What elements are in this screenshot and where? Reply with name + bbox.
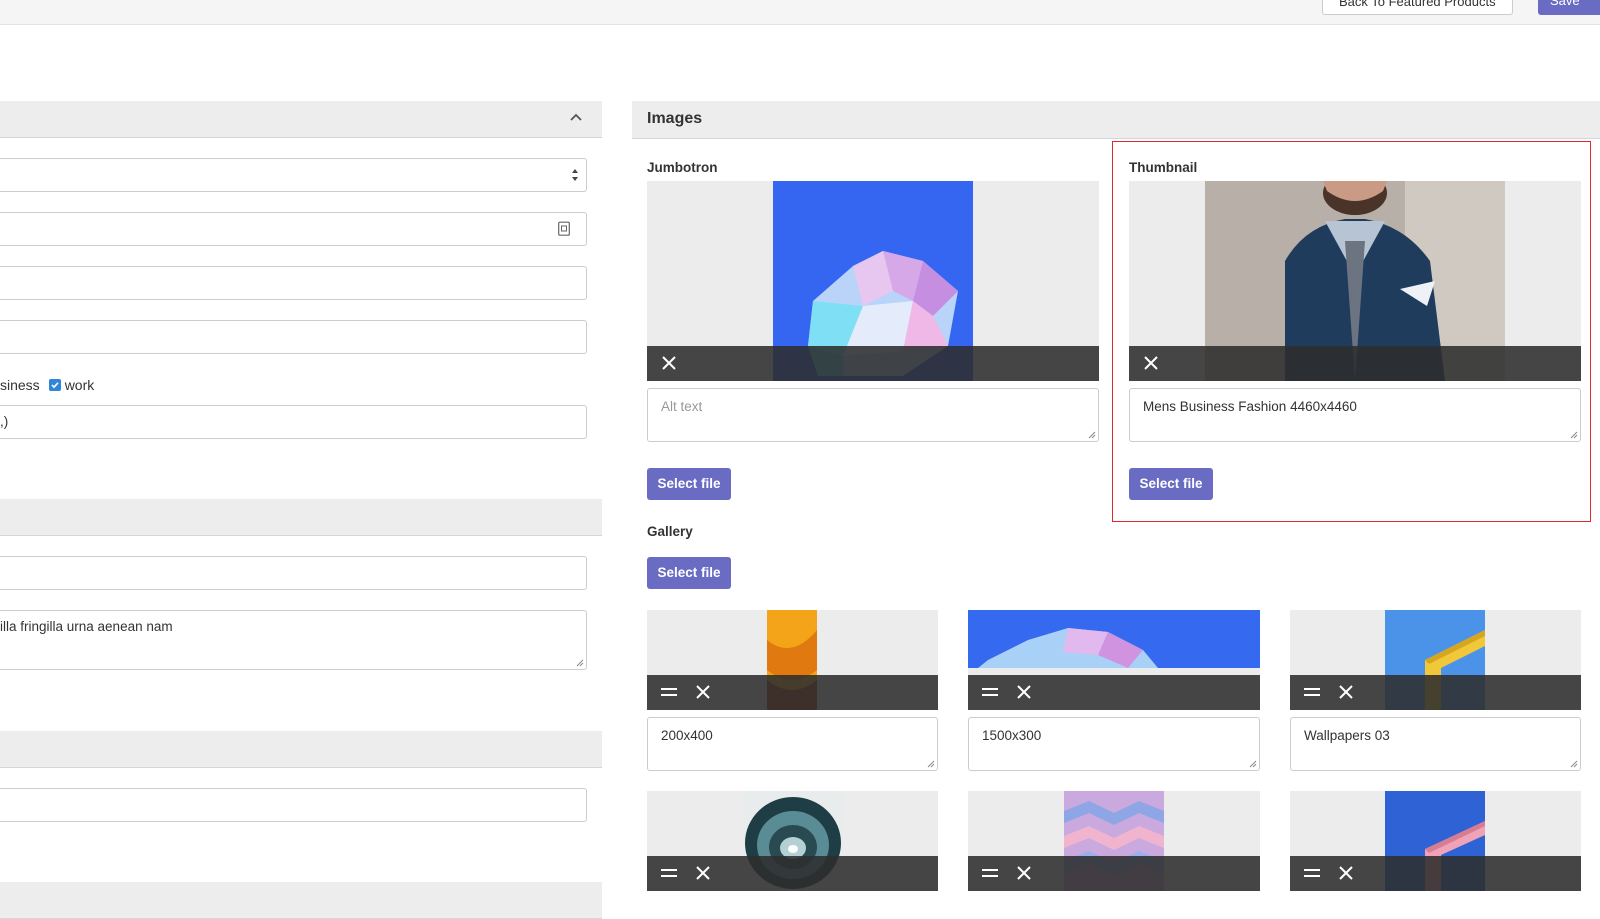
gallery-alt-text-input[interactable]: 1500x300: [968, 717, 1260, 771]
gallery-alt-text-value: 200x400: [661, 728, 713, 743]
jumbotron-image-actions: [647, 346, 1099, 381]
remove-image-icon[interactable]: [661, 355, 677, 371]
resize-handle-icon[interactable]: [926, 759, 935, 768]
remove-image-icon[interactable]: [695, 684, 711, 700]
drag-handle-icon[interactable]: [981, 865, 999, 881]
gallery-item-actions: [968, 856, 1260, 891]
thumbnail-alt-text-value: Mens Business Fashion 4460x4460: [1143, 399, 1357, 414]
gallery-alt-text-input[interactable]: Wallpapers 03: [1290, 717, 1581, 771]
images-section-title: Images: [647, 110, 703, 127]
gallery-item-image: [1290, 610, 1581, 710]
gallery-item-image: [968, 610, 1260, 710]
resize-handle-icon[interactable]: [1248, 759, 1257, 768]
save-button[interactable]: Save: [1538, 0, 1600, 15]
gallery-item-image: [647, 791, 938, 891]
gallery-image-blue-wide: [968, 610, 1260, 668]
resize-handle-icon[interactable]: [1569, 759, 1578, 768]
description-textarea[interactable]: illa fringilla urna aenean nam: [0, 610, 587, 670]
thumbnail-label: Thumbnail: [1129, 160, 1198, 175]
gallery-item-image: [647, 610, 938, 710]
text-input[interactable]: [0, 320, 587, 354]
tag-label: siness: [0, 377, 40, 393]
product-form-panel: siness work ,) illa fringilla urna aenean…: [0, 0, 602, 919]
section-header[interactable]: [0, 882, 602, 919]
description-value: illa fringilla urna aenean nam: [0, 619, 173, 634]
tags-input-value: ,): [0, 414, 9, 429]
gallery-item-actions: [1290, 856, 1581, 891]
gallery-item-image: [1290, 791, 1581, 891]
jumbotron-alt-text-input[interactable]: Alt text: [647, 388, 1099, 442]
text-input[interactable]: [0, 788, 587, 822]
drag-handle-icon[interactable]: [660, 684, 678, 700]
gallery-item-actions: [647, 856, 938, 891]
gallery-item-actions: [647, 675, 938, 710]
drag-handle-icon[interactable]: [981, 684, 999, 700]
status-select[interactable]: [0, 158, 587, 192]
images-section-header: Images: [632, 101, 1600, 139]
resize-handle-icon[interactable]: [1087, 430, 1096, 439]
gallery-select-file-button[interactable]: Select file: [647, 557, 731, 589]
remove-image-icon[interactable]: [1143, 355, 1159, 371]
tags-checkbox-row: siness work: [0, 377, 94, 393]
remove-image-icon[interactable]: [1338, 684, 1354, 700]
drag-handle-icon[interactable]: [660, 865, 678, 881]
date-input[interactable]: [0, 212, 587, 246]
thumbnail-image-preview: [1129, 181, 1581, 381]
remove-image-icon[interactable]: [1016, 865, 1032, 881]
jumbotron-image-preview: [647, 181, 1099, 381]
gallery-alt-text-value: 1500x300: [982, 728, 1042, 743]
seo-section-header[interactable]: [0, 499, 602, 536]
text-input[interactable]: [0, 556, 587, 590]
thumbnail-select-file-button[interactable]: Select file: [1129, 468, 1213, 500]
gallery-alt-text-value: Wallpapers 03: [1304, 728, 1390, 743]
remove-image-icon[interactable]: [1338, 865, 1354, 881]
alt-text-placeholder: Alt text: [661, 399, 703, 414]
jumbotron-label: Jumbotron: [647, 160, 718, 175]
gallery-item-actions: [1290, 675, 1581, 710]
remove-image-icon[interactable]: [695, 865, 711, 881]
work-checkbox[interactable]: [48, 379, 61, 391]
text-input[interactable]: [0, 266, 587, 300]
gallery-alt-text-input[interactable]: 200x400: [647, 717, 938, 771]
resize-handle-icon[interactable]: [575, 658, 584, 667]
back-to-featured-products-button[interactable]: Back To Featured Products: [1322, 0, 1513, 15]
general-section-header[interactable]: [0, 101, 602, 138]
calendar-icon[interactable]: [558, 221, 570, 236]
chevron-up-icon[interactable]: [567, 109, 585, 127]
work-checkbox-label: work: [64, 377, 95, 393]
thumbnail-alt-text-input[interactable]: Mens Business Fashion 4460x4460: [1129, 388, 1581, 442]
drag-handle-icon[interactable]: [1303, 865, 1321, 881]
gallery-item-actions: [968, 675, 1260, 710]
drag-handle-icon[interactable]: [1303, 684, 1321, 700]
gallery-item-image: [968, 791, 1260, 891]
tags-input[interactable]: ,): [0, 405, 587, 439]
resize-handle-icon[interactable]: [1569, 430, 1578, 439]
select-arrows-icon: [572, 169, 578, 181]
jumbotron-select-file-button[interactable]: Select file: [647, 468, 731, 500]
section-header[interactable]: [0, 731, 602, 768]
remove-image-icon[interactable]: [1016, 684, 1032, 700]
thumbnail-image-actions: [1129, 346, 1581, 381]
gallery-label: Gallery: [647, 524, 693, 539]
